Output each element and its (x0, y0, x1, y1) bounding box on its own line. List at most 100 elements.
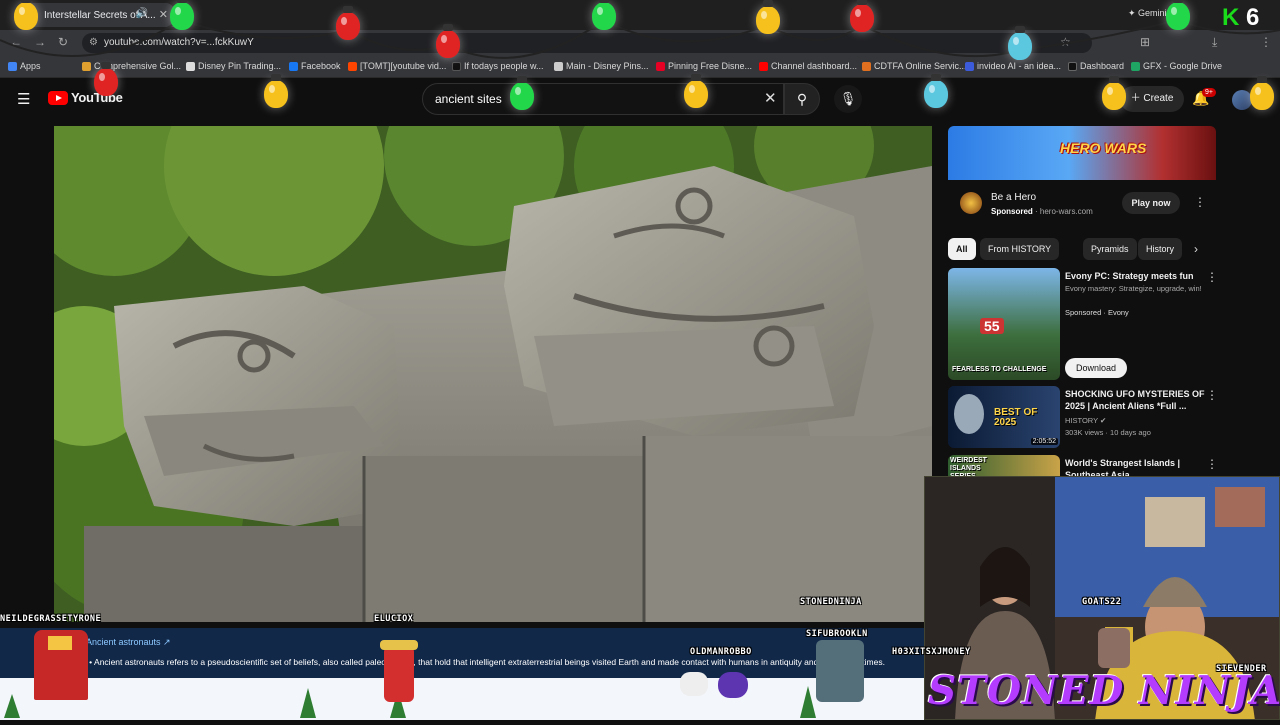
youtube-header: ☰ YouTube ancient sites ✕ ⚲ 🎙 ＋ Create 🔔… (0, 78, 1280, 122)
ad-title[interactable]: Be a Hero (991, 192, 1036, 203)
apps-icon (8, 61, 17, 71)
reload-icon[interactable]: ↻ (58, 35, 68, 49)
bookmark-label: Main - Disney Pins... (566, 61, 649, 71)
video-thumbnail[interactable]: BEST OF 2025 2:05:52 (948, 386, 1060, 448)
menu-icon[interactable]: ⋮ (1260, 35, 1272, 49)
download-button[interactable]: Download (1065, 358, 1127, 378)
yellow-light-bulb (14, 0, 38, 30)
reddit-icon (348, 61, 357, 71)
google-drive-icon (1131, 61, 1140, 71)
site-info-icon[interactable]: ⚙ (89, 33, 98, 53)
sponsored-meta: Sponsored · Evony (1065, 308, 1129, 317)
close-tab-icon[interactable]: ✕ (159, 8, 168, 21)
bookmark-label: Pinning Free Disne... (668, 61, 753, 71)
bookmark-item[interactable]: Dashboard (1068, 61, 1124, 71)
search-icon: ⚲ (796, 91, 808, 107)
bookmark-item[interactable]: Disney Pin Trading... (186, 61, 281, 71)
create-button[interactable]: ＋ Create (1120, 86, 1184, 112)
gemini-button[interactable]: ✦ Gemini (1128, 8, 1167, 19)
facebook-icon (289, 61, 298, 71)
bookmark-star-icon[interactable]: ☆ (1060, 35, 1071, 49)
yellow-light-bulb (756, 0, 780, 34)
verified-icon: ✔ (1100, 416, 1107, 425)
video-title[interactable]: Evony PC: Strategy meets fun (1065, 270, 1205, 282)
bookmark-label: Disney Pin Trading... (198, 61, 282, 71)
k-icon: K (1222, 4, 1240, 31)
url-input[interactable]: ⚙ youtube.com/watch?v=...fckKuwY (82, 33, 1092, 53)
search-button[interactable]: ⚲ (784, 83, 820, 115)
recommendation-item[interactable]: BEST OF 2025 2:05:52 SHOCKING UFO MYSTER… (948, 386, 1218, 450)
straw-hat (380, 640, 418, 650)
ticker-link[interactable]: Ancient astronauts ↗ (86, 637, 171, 648)
download-icon[interactable]: ⤓ (1212, 35, 1217, 50)
viewer-handle: STONEDNINJA (800, 597, 862, 607)
pinterest-icon (656, 61, 665, 71)
bookmark-item[interactable]: CDTFA Online Servic... (862, 61, 967, 71)
chip-all[interactable]: All (948, 238, 976, 260)
bookmark-label: GFX - Google Drive (1143, 61, 1223, 71)
luffy-sprite (380, 640, 418, 702)
ad-banner-image[interactable]: HERO WARS (948, 126, 1216, 180)
browser-tab[interactable]: Interstellar Secrets of A... 🔊 ✕ (24, 3, 174, 27)
bookmark-apps[interactable]: Apps (8, 61, 41, 71)
chip-pyramids[interactable]: Pyramids (1083, 238, 1137, 260)
url-text: youtube.com/watch?v=...fckKuwY (104, 37, 254, 48)
more-options-icon[interactable]: ⋮ (1206, 457, 1216, 471)
clear-search-icon[interactable]: ✕ (764, 89, 777, 107)
bookmark-label: invideo AI - an idea... (977, 61, 1062, 71)
more-options-icon[interactable]: ⋮ (1206, 270, 1218, 284)
bookmark-label: CDTFA Online Servic... (874, 61, 967, 71)
thumbnail-caption: FEARLESS TO CHALLENGE (952, 366, 1047, 373)
forward-icon[interactable]: → (34, 35, 46, 49)
chip-from-history[interactable]: From HISTORY (980, 238, 1060, 260)
ad-banner-text: HERO WARS (1060, 140, 1147, 156)
chevron-right-icon[interactable]: › (1194, 242, 1198, 256)
voice-search-button[interactable]: 🎙 (834, 85, 862, 113)
extensions-icon[interactable]: ⊞ (1140, 35, 1150, 49)
white-pet-sprite (680, 672, 708, 696)
overlay-badge-number: 6 (1246, 4, 1260, 31)
back-icon[interactable]: ← (10, 35, 22, 49)
chip-history[interactable]: History (1138, 238, 1183, 260)
red-light-bulb (850, 0, 874, 32)
bookmark-item[interactable]: Comprehensive Gol... (82, 61, 181, 71)
speaker-icon[interactable]: 🔊 (136, 8, 148, 19)
microphone-icon: 🎙 (839, 91, 857, 106)
recommendation-item[interactable]: 55 FEARLESS TO CHALLENGE Evony PC: Strat… (948, 268, 1218, 380)
video-thumbnail[interactable]: 55 FEARLESS TO CHALLENGE (948, 268, 1060, 380)
youtube-play-icon (48, 90, 68, 105)
play-now-button[interactable]: Play now (1122, 192, 1180, 214)
snow-scene (4, 686, 816, 718)
bookmark-item[interactable]: invideo AI - an idea... (965, 61, 1061, 71)
more-options-icon[interactable]: ⋮ (1194, 195, 1206, 209)
bookmark-item[interactable]: Pinning Free Disne... (656, 61, 752, 71)
bookmark-item[interactable]: Main - Disney Pins... (554, 61, 649, 71)
green-light-bulb (170, 0, 194, 30)
video-description: Evony mastery: Strategize, upgrade, win! (1065, 284, 1202, 293)
video-title[interactable]: World's Strangest Islands | Southeast As… (1065, 457, 1205, 477)
advertiser-avatar (960, 192, 982, 214)
favicon-icon (1068, 61, 1077, 71)
bookmark-item[interactable]: Facebook (289, 61, 341, 71)
more-options-icon[interactable]: ⋮ (1206, 388, 1218, 402)
search-query-text: ancient sites (435, 92, 502, 106)
create-label: Create (1143, 93, 1174, 104)
account-avatar[interactable] (1232, 90, 1252, 110)
bookmark-label: Facebook (301, 61, 341, 71)
bookmark-item[interactable]: GFX - Google Drive (1131, 61, 1222, 71)
bookmark-item[interactable]: If todays people w... (452, 61, 544, 71)
sponsored-label: Sponsored (991, 207, 1033, 216)
search-input[interactable]: ancient sites (422, 83, 784, 115)
gemini-label: Gemini (1138, 8, 1167, 18)
sponsored-ad-card[interactable]: HERO WARS Be a Hero Sponsored · hero-war… (948, 126, 1216, 226)
video-thumbnail[interactable]: WEIRDEST ISLANDS SERIES (948, 455, 1060, 477)
video-title[interactable]: SHOCKING UFO MYSTERIES OF 2025 | Ancient… (1065, 388, 1205, 412)
video-player[interactable] (54, 126, 932, 622)
hamburger-menu-icon[interactable]: ☰ (17, 90, 30, 108)
yellow-light-bulb (684, 74, 708, 108)
channel-label: HISTORY (1065, 416, 1098, 425)
bookmark-item[interactable]: Channel dashboard... (759, 61, 857, 71)
bookmark-item[interactable]: [TOMT][youtube vid... (348, 61, 446, 71)
recommendation-item[interactable]: WEIRDEST ISLANDS SERIES World's Stranges… (948, 455, 1216, 477)
yellow-light-bulb (1250, 76, 1274, 110)
